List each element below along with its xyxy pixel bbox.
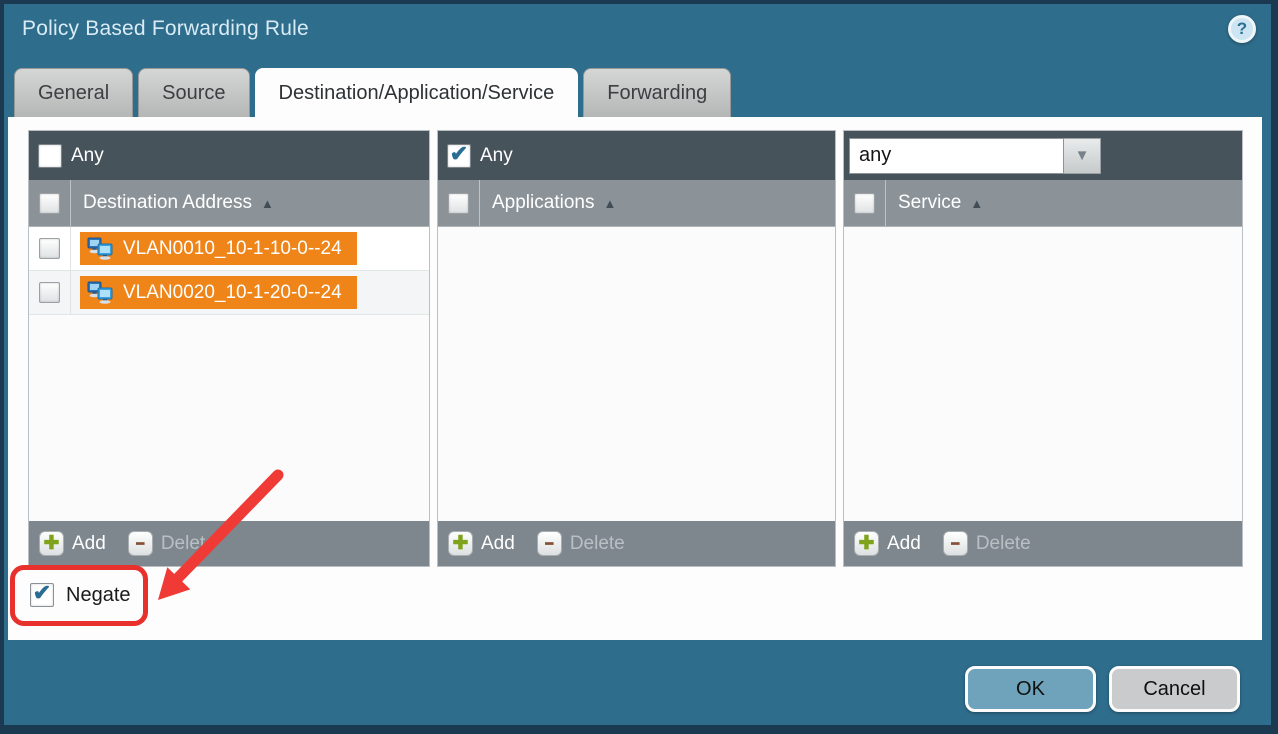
applications-add-button[interactable]: ✚ Add [448, 531, 515, 556]
tab-forwarding[interactable]: Forwarding [583, 68, 731, 117]
dialog-title: Policy Based Forwarding Rule [22, 17, 309, 41]
destination-address-rows: ✔ VLAN0 [29, 227, 429, 521]
delete-icon: ━ [537, 531, 562, 556]
row-checkbox-vlan0010[interactable]: ✔ [39, 238, 60, 259]
table-row: ✔ VLAN0 [29, 227, 429, 271]
network-address-icon [87, 281, 114, 304]
tab-bar: General Source Destination/Application/S… [14, 68, 731, 117]
service-dropdown-bar: any ▼ [844, 131, 1242, 180]
destination-address-column-header[interactable]: ✔ Destination Address ▲ [29, 180, 429, 227]
service-rows [844, 227, 1242, 521]
applications-select-all-checkbox[interactable]: ✔ [448, 193, 469, 214]
dropdown-arrow-button[interactable]: ▼ [1064, 138, 1101, 174]
service-dropdown-value[interactable]: any [849, 138, 1064, 174]
row-checkbox-vlan0020[interactable]: ✔ [39, 282, 60, 303]
network-address-icon [87, 237, 114, 260]
applications-delete-button[interactable]: ━ Delete [537, 531, 625, 556]
service-add-button[interactable]: ✚ Add [854, 531, 921, 556]
negate-control: ✔ Negate [30, 583, 131, 607]
chevron-down-icon: ▼ [1075, 147, 1090, 164]
sort-asc-icon: ▲ [261, 196, 274, 211]
tab-destination-application-service[interactable]: Destination/Application/Service [255, 68, 579, 118]
applications-list: ✔ Any ✔ Applications ▲ ✚ Add [437, 130, 836, 567]
table-row: ✔ VLAN0 [29, 271, 429, 315]
applications-rows [438, 227, 835, 521]
service-dropdown: any ▼ [849, 138, 1101, 174]
address-object-vlan0010[interactable]: VLAN0010_10-1-10-0--24 [80, 232, 357, 265]
destination-any-checkbox[interactable]: ✔ [38, 144, 62, 168]
applications-header-label: Applications [492, 192, 594, 214]
check-icon: ✔ [450, 143, 468, 165]
service-delete-button[interactable]: ━ Delete [943, 531, 1031, 556]
destination-toolbar: ✚ Add ━ Delete [29, 521, 429, 566]
add-icon: ✚ [39, 531, 64, 556]
address-object-name: VLAN0010_10-1-10-0--24 [123, 238, 342, 260]
service-header-label: Service [898, 192, 961, 214]
negate-label: Negate [66, 584, 131, 607]
service-select-all-checkbox[interactable]: ✔ [854, 193, 875, 214]
destination-select-all-checkbox[interactable]: ✔ [39, 193, 60, 214]
check-icon: ✔ [33, 582, 51, 604]
destination-any-bar: ✔ Any [29, 131, 429, 180]
tab-source[interactable]: Source [138, 68, 249, 117]
delete-icon: ━ [128, 531, 153, 556]
pbf-rule-dialog: Policy Based Forwarding Rule ? General S… [0, 0, 1278, 734]
destination-address-list: ✔ Any ✔ Destination Address ▲ [28, 130, 430, 567]
destination-delete-button[interactable]: ━ Delete [128, 531, 216, 556]
tab-general[interactable]: General [14, 68, 133, 117]
destination-any-label: Any [71, 145, 104, 167]
service-list: any ▼ ✔ Service ▲ ✚ Add [843, 130, 1243, 567]
sort-asc-icon: ▲ [603, 196, 616, 211]
destination-header-label: Destination Address [83, 192, 252, 214]
applications-any-bar: ✔ Any [438, 131, 835, 180]
destination-add-button[interactable]: ✚ Add [39, 531, 106, 556]
help-icon[interactable]: ? [1228, 15, 1256, 43]
negate-checkbox[interactable]: ✔ [30, 583, 54, 607]
applications-any-label: Any [480, 145, 513, 167]
applications-column-header[interactable]: ✔ Applications ▲ [438, 180, 835, 227]
applications-toolbar: ✚ Add ━ Delete [438, 521, 835, 566]
cancel-button[interactable]: Cancel [1109, 666, 1240, 712]
applications-any-checkbox[interactable]: ✔ [447, 144, 471, 168]
service-toolbar: ✚ Add ━ Delete [844, 521, 1242, 566]
sort-asc-icon: ▲ [970, 196, 983, 211]
tab-content-panel: ✔ Any ✔ Destination Address ▲ [8, 117, 1262, 640]
delete-icon: ━ [943, 531, 968, 556]
service-column-header[interactable]: ✔ Service ▲ [844, 180, 1242, 227]
address-object-vlan0020[interactable]: VLAN0020_10-1-20-0--24 [80, 276, 357, 309]
add-icon: ✚ [854, 531, 879, 556]
ok-button[interactable]: OK [965, 666, 1096, 712]
add-icon: ✚ [448, 531, 473, 556]
address-object-name: VLAN0020_10-1-20-0--24 [123, 282, 342, 304]
